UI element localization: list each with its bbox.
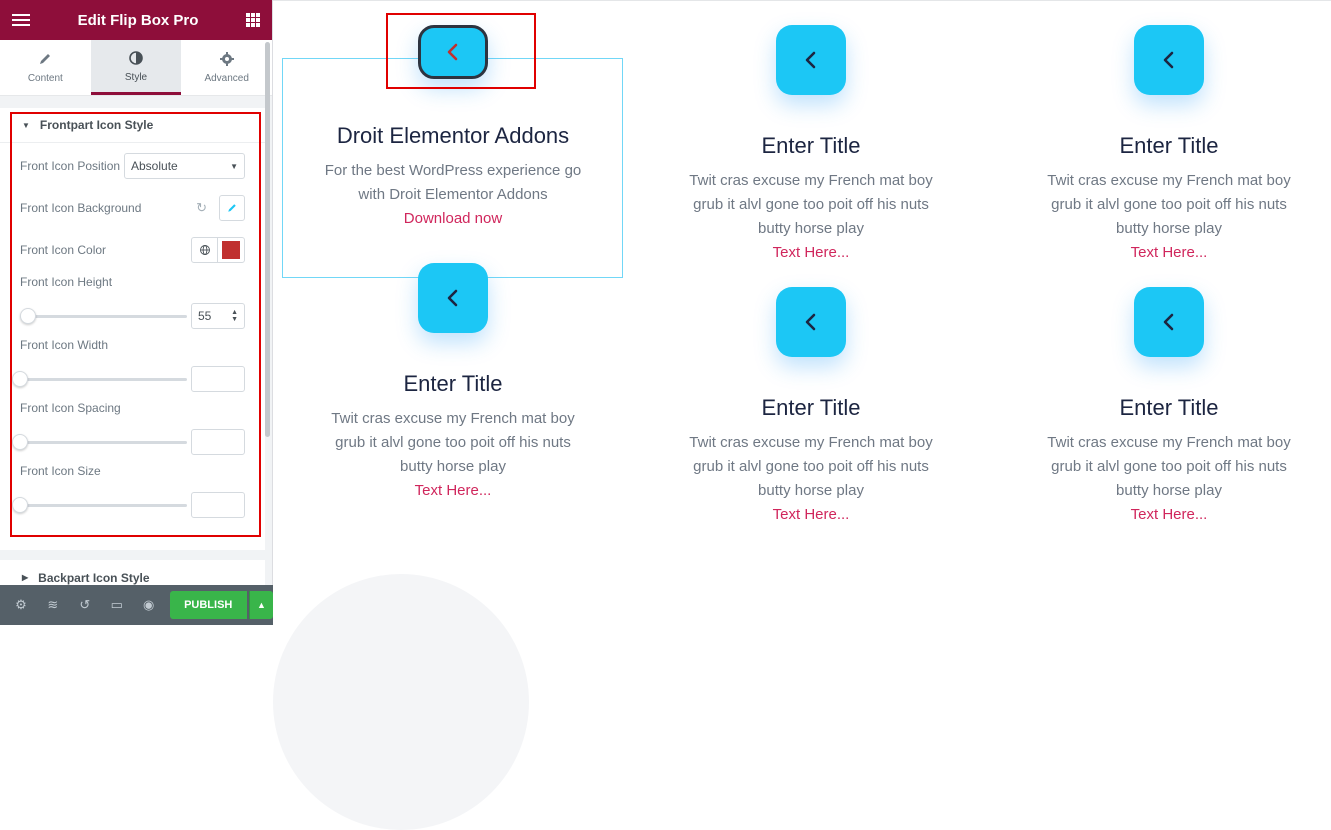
highlight-frontpart-section bbox=[10, 112, 261, 537]
card-title: Enter Title bbox=[1119, 133, 1219, 158]
card-link[interactable]: Download now bbox=[283, 207, 623, 231]
front-icon-box[interactable] bbox=[776, 287, 846, 357]
card-description: For the best WordPress experience go wit… bbox=[283, 159, 623, 207]
caret-right-icon: ▶ bbox=[22, 573, 29, 582]
card-desc-line: grub it alvl gone too poit off his nuts bbox=[1051, 196, 1287, 213]
chevron-left-icon bbox=[805, 51, 816, 69]
front-icon-box[interactable] bbox=[418, 263, 488, 333]
preview-eye-icon[interactable]: ◉ bbox=[134, 585, 164, 625]
card-description: Twit cras excuse my French mat boy grub … bbox=[283, 407, 623, 479]
card-desc-line: butty horse play bbox=[400, 458, 506, 475]
front-icon-box[interactable] bbox=[1134, 25, 1204, 95]
card-title: Enter Title bbox=[1119, 395, 1219, 420]
contrast-icon bbox=[129, 50, 143, 65]
chevron-left-icon bbox=[447, 289, 458, 307]
card-desc-line: grub it alvl gone too poit off his nuts bbox=[1051, 458, 1287, 475]
publish-options-chevron-icon[interactable]: ▲ bbox=[248, 591, 273, 619]
page-canvas: Droit Elementor Addons For the best Word… bbox=[273, 0, 1331, 830]
card-desc-line: For the best WordPress experience go bbox=[324, 162, 582, 179]
card-title: Enter Title bbox=[403, 371, 503, 396]
tab-style-label: Style bbox=[124, 71, 148, 83]
card-link[interactable]: Text Here... bbox=[641, 241, 981, 265]
pencil-icon bbox=[40, 54, 51, 64]
flip-box-card[interactable]: Enter Title Twit cras excuse my French m… bbox=[283, 263, 623, 503]
publish-button[interactable]: PUBLISH bbox=[169, 591, 247, 619]
backpart-section-title: Backpart Icon Style bbox=[38, 570, 150, 585]
card-desc-line: grub it alvl gone too poit off his nuts bbox=[335, 434, 571, 451]
settings-icon[interactable]: ⚙ bbox=[6, 585, 36, 625]
widgets-grid-icon[interactable] bbox=[246, 13, 260, 27]
history-icon[interactable]: ↺ bbox=[70, 585, 100, 625]
tab-advanced[interactable]: Advanced bbox=[181, 40, 272, 95]
card-description: Twit cras excuse my French mat boy grub … bbox=[641, 431, 981, 503]
tab-style[interactable]: Style bbox=[90, 40, 182, 95]
card-desc-line: butty horse play bbox=[1116, 220, 1222, 237]
front-icon-box[interactable] bbox=[1134, 287, 1204, 357]
card-link[interactable]: Text Here... bbox=[999, 241, 1331, 265]
card-desc-line: butty horse play bbox=[758, 482, 864, 499]
chevron-left-icon bbox=[1163, 51, 1174, 69]
card-desc-line: butty horse play bbox=[758, 220, 864, 237]
card-title: Droit Elementor Addons bbox=[336, 123, 570, 148]
highlight-front-icon bbox=[386, 13, 536, 89]
tab-content-label: Content bbox=[27, 73, 63, 84]
flip-box-card[interactable]: Enter Title Twit cras excuse my French m… bbox=[999, 287, 1331, 527]
card-desc-line: Twit cras excuse my French mat boy bbox=[689, 434, 933, 451]
flip-box-card[interactable]: Enter Title Twit cras excuse my French m… bbox=[641, 25, 981, 265]
backpart-section-header[interactable]: ▶ Backpart Icon Style bbox=[0, 560, 265, 586]
decorative-circle bbox=[273, 574, 529, 830]
responsive-mode-icon[interactable]: ▭ bbox=[102, 585, 132, 625]
chevron-left-icon bbox=[805, 313, 816, 331]
card-desc-line: Twit cras excuse my French mat boy bbox=[1047, 172, 1291, 189]
gear-icon bbox=[219, 52, 234, 66]
panel-scrollbar[interactable] bbox=[265, 42, 270, 437]
card-desc-line: grub it alvl gone too poit off his nuts bbox=[693, 196, 929, 213]
menu-icon[interactable] bbox=[12, 14, 30, 26]
card-desc-line: Twit cras excuse my French mat boy bbox=[689, 172, 933, 189]
card-title: Enter Title bbox=[761, 395, 861, 420]
card-desc-line: Twit cras excuse my French mat boy bbox=[1047, 434, 1291, 451]
card-link[interactable]: Text Here... bbox=[641, 503, 981, 527]
flip-box-card[interactable]: Enter Title Twit cras excuse my French m… bbox=[999, 25, 1331, 265]
panel-tabs: Content Style Advanced bbox=[0, 40, 272, 96]
front-icon-box[interactable] bbox=[776, 25, 846, 95]
card-link[interactable]: Text Here... bbox=[999, 503, 1331, 527]
tab-advanced-label: Advanced bbox=[204, 73, 249, 84]
flip-box-card[interactable]: Enter Title Twit cras excuse my French m… bbox=[641, 287, 981, 527]
card-desc-line: grub it alvl gone too poit off his nuts bbox=[693, 458, 929, 475]
navigator-layers-icon[interactable]: ≋ bbox=[38, 585, 68, 625]
panel-footer: ⚙ ≋ ↺ ▭ ◉ PUBLISH ▲ bbox=[0, 585, 273, 625]
panel-header: Edit Flip Box Pro bbox=[0, 0, 272, 40]
card-description: Twit cras excuse my French mat boy grub … bbox=[999, 169, 1331, 241]
panel-title: Edit Flip Box Pro bbox=[77, 11, 199, 29]
chevron-left-icon bbox=[1163, 313, 1174, 331]
card-link[interactable]: Text Here... bbox=[283, 479, 623, 503]
card-title: Enter Title bbox=[761, 133, 861, 158]
card-description: Twit cras excuse my French mat boy grub … bbox=[999, 431, 1331, 503]
card-desc-line: with Droit Elementor Addons bbox=[358, 186, 548, 203]
backpart-icon-section: ▶ Backpart Icon Style bbox=[0, 560, 265, 586]
card-desc-line: Twit cras excuse my French mat boy bbox=[331, 410, 575, 427]
card-desc-line: butty horse play bbox=[1116, 482, 1222, 499]
card-description: Twit cras excuse my French mat boy grub … bbox=[641, 169, 981, 241]
tab-content[interactable]: Content bbox=[0, 40, 91, 95]
